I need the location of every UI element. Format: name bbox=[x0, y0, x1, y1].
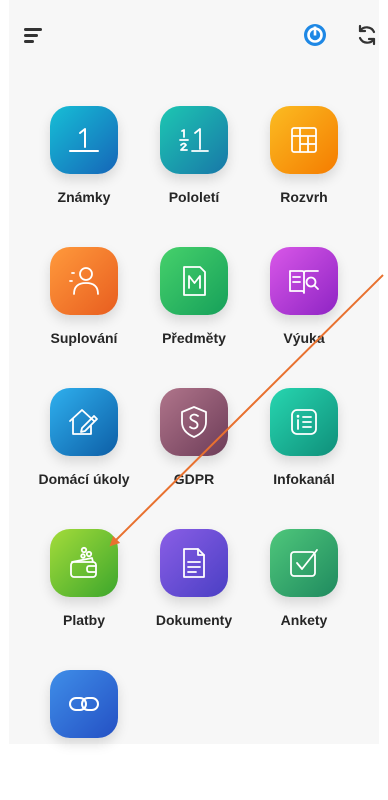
substitute-person-icon bbox=[69, 267, 99, 295]
timetable-grid-icon bbox=[291, 127, 317, 153]
tile-icon-bg bbox=[50, 247, 118, 315]
tile-label: Infokanál bbox=[273, 471, 335, 487]
tile-label: Známky bbox=[57, 189, 111, 205]
tile-predmety[interactable]: Předměty bbox=[138, 247, 250, 377]
tile-icon-bg bbox=[50, 529, 118, 597]
grade-one-icon bbox=[69, 128, 99, 152]
tile-icon-bg bbox=[160, 247, 228, 315]
tile-icon-bg bbox=[270, 106, 338, 174]
homework-house-icon bbox=[69, 409, 98, 435]
app-screen: Známky Pololetí Rozvrh Suplování Předmět… bbox=[9, 0, 379, 744]
tile-icon-bg bbox=[50, 670, 118, 738]
tile-vyuka[interactable]: Výuka bbox=[248, 247, 360, 377]
tile-icon-bg bbox=[160, 529, 228, 597]
tile-icon-bg bbox=[270, 388, 338, 456]
tile-domaci-ukoly[interactable]: Domácí úkoly bbox=[28, 388, 140, 518]
tile-dokumenty[interactable]: Dokumenty bbox=[138, 529, 250, 659]
half-one-icon bbox=[179, 128, 209, 152]
tile-icon-bg bbox=[270, 247, 338, 315]
tile-icon-bg bbox=[160, 106, 228, 174]
tile-platby[interactable]: Platby bbox=[28, 529, 140, 659]
tile-gdpr[interactable]: GDPR bbox=[138, 388, 250, 518]
gdpr-shield-icon bbox=[181, 406, 207, 438]
tile-icon-bg bbox=[50, 388, 118, 456]
tile-rozvrh[interactable]: Rozvrh bbox=[248, 106, 360, 236]
tile-odkazy[interactable] bbox=[28, 670, 140, 800]
infochannel-list-icon bbox=[291, 409, 317, 435]
tile-label: Předměty bbox=[162, 330, 226, 346]
tile-icon-bg bbox=[160, 388, 228, 456]
hamburger-menu-icon[interactable] bbox=[21, 22, 47, 48]
document-icon bbox=[183, 548, 205, 578]
poll-checkbox-icon bbox=[290, 549, 318, 577]
tile-label: Výuka bbox=[283, 330, 325, 346]
refresh-icon[interactable] bbox=[354, 22, 380, 48]
tile-label: GDPR bbox=[173, 471, 215, 487]
tile-label: Platby bbox=[62, 612, 105, 628]
tile-label: Domácí úkoly bbox=[38, 471, 130, 487]
tile-infokanal[interactable]: Infokanál bbox=[248, 388, 360, 518]
tile-label: Suplování bbox=[50, 330, 118, 346]
tile-label: Ankety bbox=[280, 612, 328, 628]
tile-icon-bg bbox=[50, 106, 118, 174]
tile-label: Pololetí bbox=[168, 189, 220, 205]
tile-icon-bg bbox=[270, 529, 338, 597]
subjects-m-icon bbox=[183, 266, 206, 296]
tile-pololeti[interactable]: Pololetí bbox=[138, 106, 250, 236]
top-toolbar bbox=[9, 0, 379, 70]
bakalari-logo-icon[interactable] bbox=[302, 22, 328, 48]
tile-znamky[interactable]: Známky bbox=[28, 106, 140, 236]
lesson-book-icon bbox=[289, 270, 319, 294]
tile-label: Rozvrh bbox=[280, 189, 328, 205]
link-chain-icon bbox=[69, 697, 99, 711]
tile-label: Dokumenty bbox=[155, 612, 233, 628]
wallet-payments-icon bbox=[70, 546, 97, 578]
tile-ankety[interactable]: Ankety bbox=[248, 529, 360, 659]
tile-suplovani[interactable]: Suplování bbox=[28, 247, 140, 377]
